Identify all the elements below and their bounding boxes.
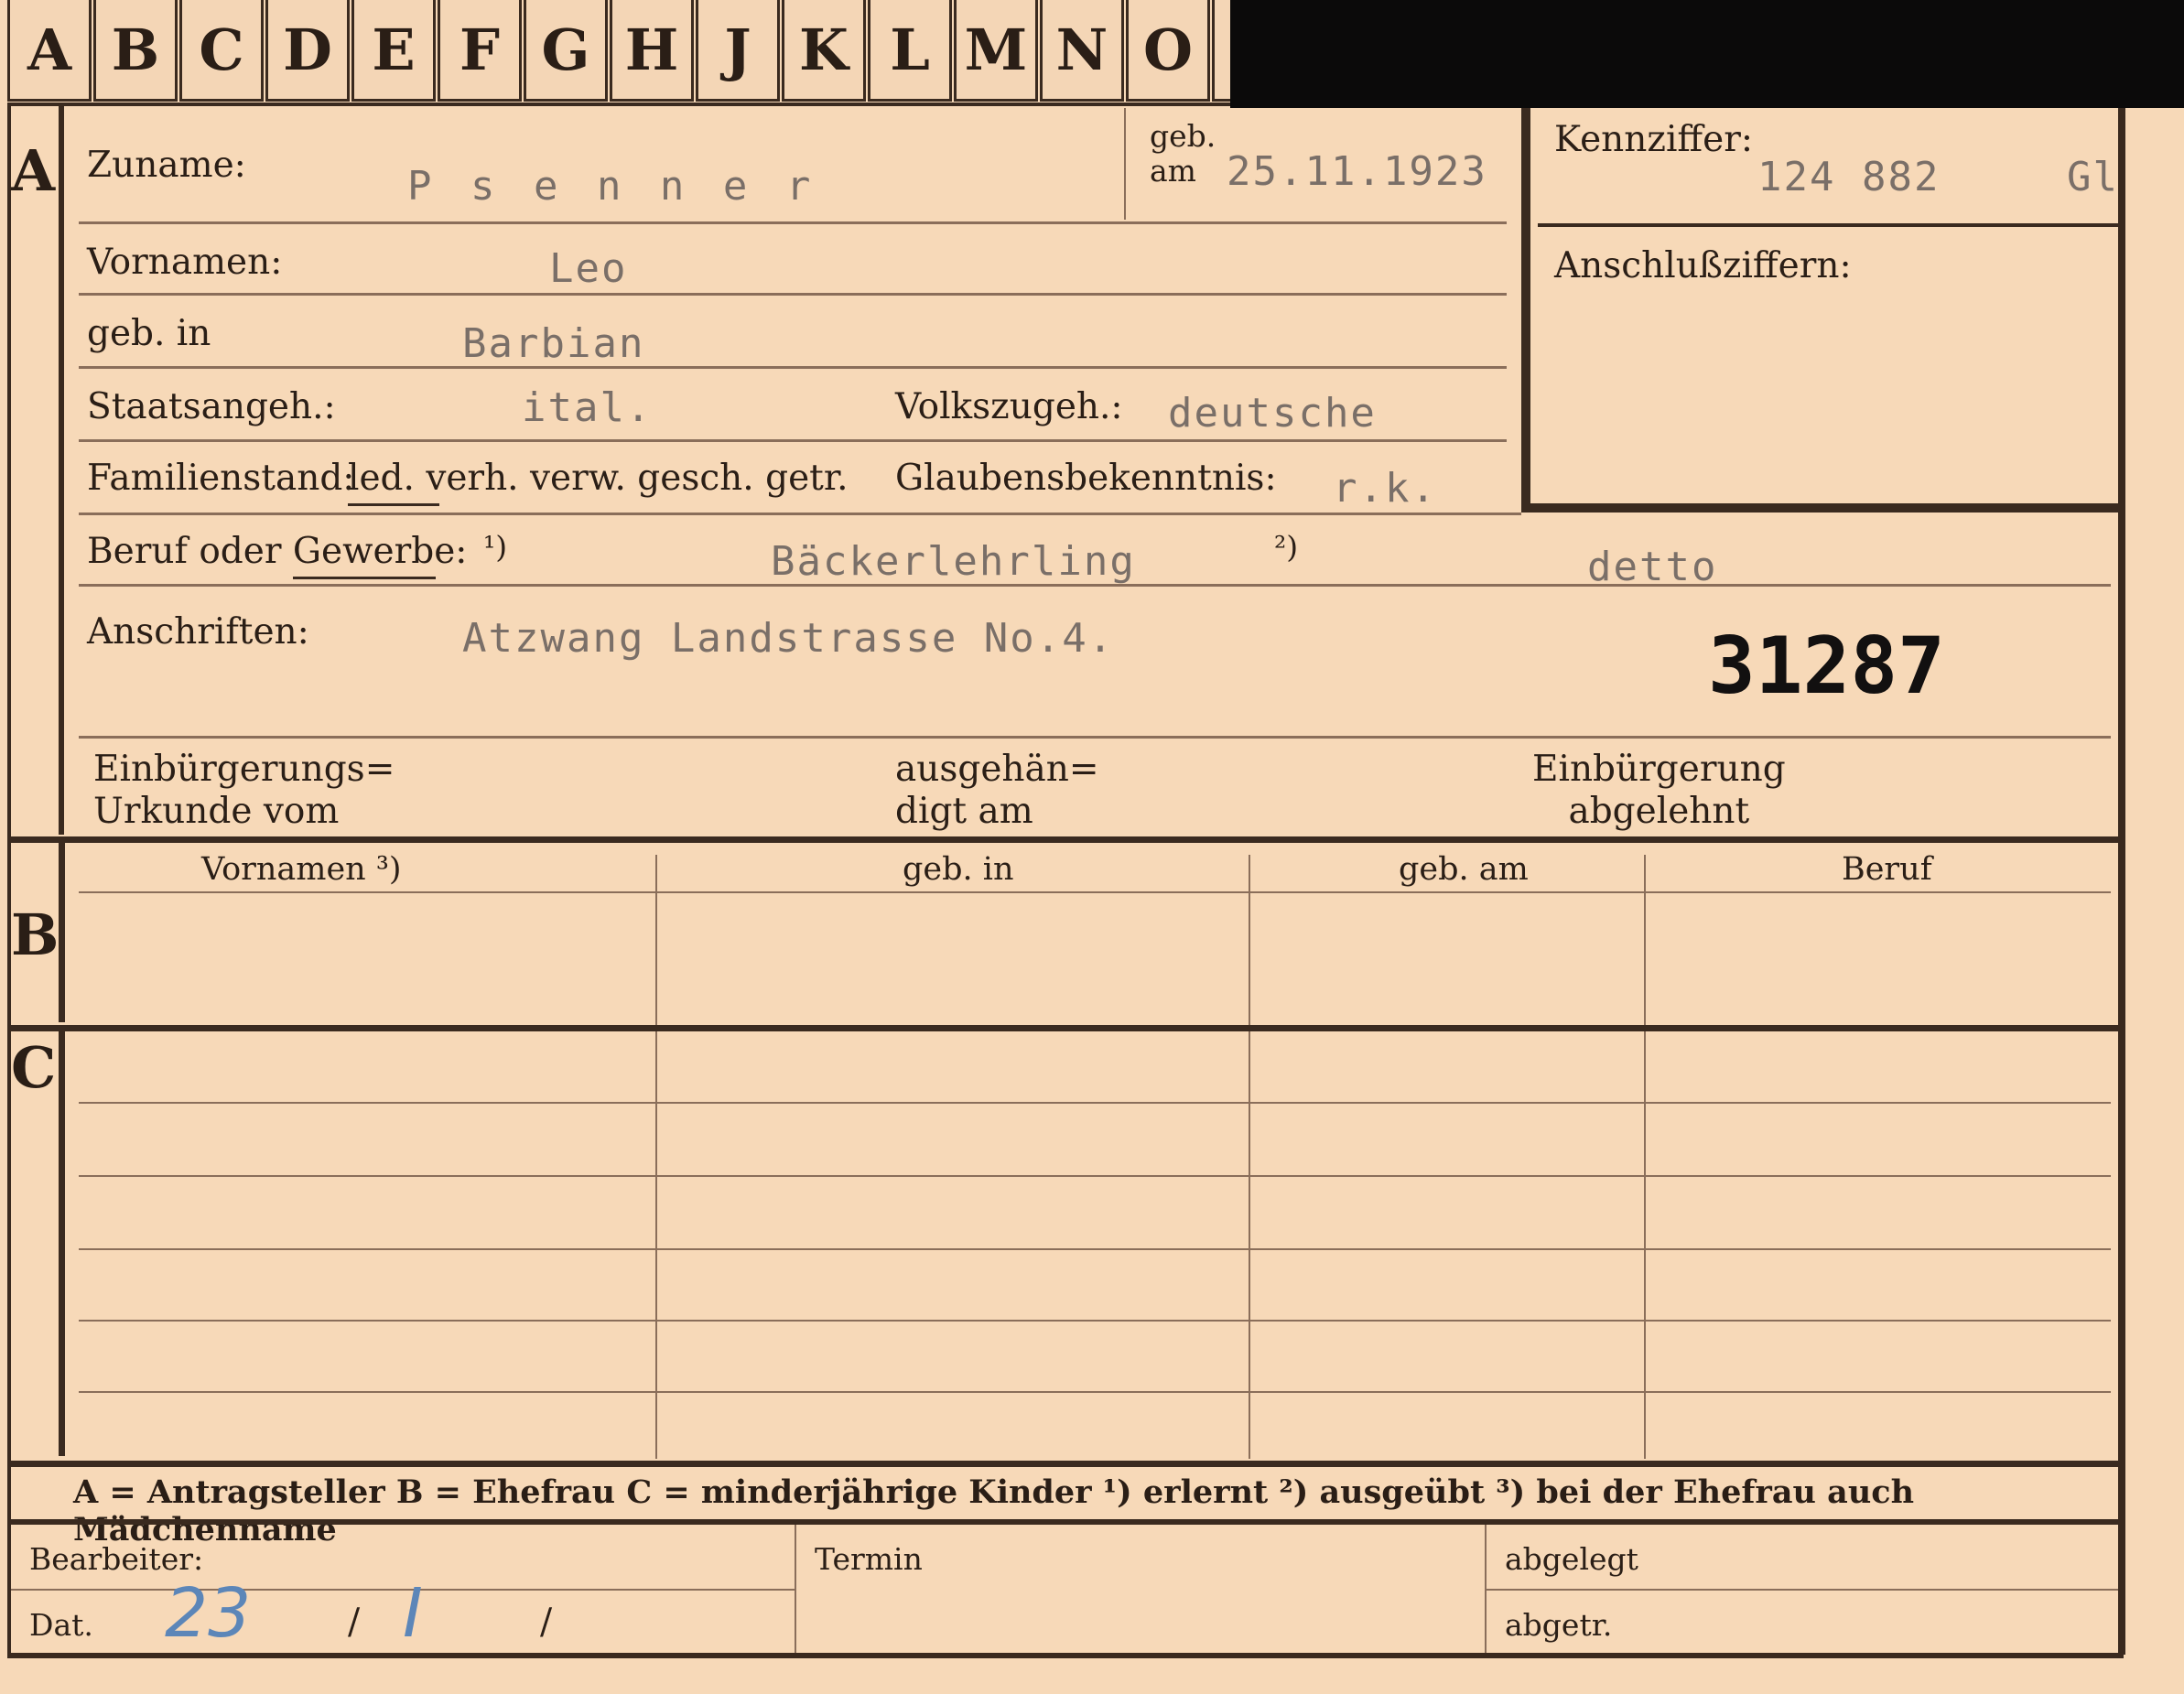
kennziffer-box-left [1521, 108, 1530, 513]
col-header-geb-am: geb. am [1399, 851, 1529, 888]
value-geb-in: Barbian [462, 320, 645, 367]
c-row-5 [79, 1391, 2111, 1393]
section-c-top [7, 1025, 2124, 1031]
label-zuname: Zuname: [87, 145, 246, 186]
c-row-2 [79, 1175, 2111, 1177]
alphabet-tab-m: M [954, 0, 1038, 102]
section-c-letter: C [11, 1034, 57, 1101]
value-staatsangeh: ital. [522, 384, 653, 431]
value-dat-day: 23 [165, 1574, 252, 1653]
alphabet-tab-o: O [1126, 0, 1210, 102]
col-header-geb-in: geb. in [903, 851, 1014, 888]
label-glauben: Glaubensbekenntnis: [895, 458, 1277, 499]
label-abgelehnt: Einbürgerung abgelehnt [1532, 749, 1786, 832]
label-beruf: Beruf oder Gewerbe: [87, 531, 468, 572]
alphabet-tab-g: G [524, 0, 608, 102]
label-dat: Dat. [29, 1607, 93, 1643]
value-kennziffer-suffix: Gl [2067, 154, 2119, 200]
row-line-4 [79, 439, 1507, 442]
label-familienstand: Familienstand: [87, 458, 355, 499]
label-abgelegt: abgelegt [1505, 1541, 1638, 1577]
value-vornamen: Leo [549, 245, 628, 292]
alphabet-tabs: ABCDEFGHJKLMNOP [7, 0, 1298, 103]
footer-top [7, 1461, 2124, 1467]
c-row-3 [79, 1248, 2111, 1250]
label-termin: Termin [815, 1541, 923, 1577]
label-anschluss: Anschlußziffern: [1554, 245, 1852, 286]
section-b-letter: B [11, 901, 59, 968]
col-divider-2 [1249, 855, 1250, 1459]
geb-divider [1124, 108, 1126, 220]
col-divider-3 [1644, 855, 1646, 1459]
alphabet-tab-f: F [438, 0, 522, 102]
section-c-divider [59, 1031, 65, 1456]
value-glauben: r.k. [1333, 465, 1437, 512]
section-b-top [7, 836, 2124, 843]
c-row-4 [79, 1320, 2111, 1322]
alphabet-tab-j: J [696, 0, 780, 102]
col-divider-1 [655, 855, 657, 1459]
kennziffer-box-bottom [1521, 503, 2118, 513]
alphabet-tab-d: D [265, 0, 350, 102]
frame-left [7, 103, 11, 1658]
alphabet-tab-c: C [179, 0, 264, 102]
frame-top [7, 103, 1230, 106]
footnote-1: ¹) [483, 529, 508, 565]
section-b-divider [59, 843, 65, 1022]
alphabet-tab-e: E [351, 0, 436, 102]
alphabet-tab-h: H [610, 0, 694, 102]
gewerbe-underline [293, 577, 436, 579]
label-kennziffer: Kennziffer: [1554, 119, 1753, 160]
row-line-3 [79, 366, 1507, 369]
termin-divider [795, 1525, 796, 1655]
label-geb-in: geb. in [87, 313, 211, 354]
alphabet-tab-b: B [93, 0, 178, 102]
col-header-beruf: Beruf [1842, 851, 1932, 888]
dat-slash-1: / [348, 1602, 361, 1643]
label-volkszugeh: Volkszugeh.: [895, 386, 1123, 427]
col-header-vornamen: Vornamen ³) [201, 851, 402, 888]
footnote-2: ²) [1274, 529, 1299, 565]
row-line-6 [79, 584, 2111, 587]
familienstand-underline-led [348, 503, 439, 506]
legend-text: A = Antragsteller B = Ehefrau C = minder… [73, 1473, 1915, 1548]
label-einbuergerung-urkunde: Einbürgerungs= Urkunde vom [93, 749, 395, 832]
c-row-1 [79, 1102, 2111, 1104]
value-kennziffer: 124 882 [1757, 154, 1941, 200]
header-underline [79, 891, 2111, 893]
value-dat-month: I [403, 1574, 423, 1653]
alphabet-tab-k: K [782, 0, 866, 102]
familienstand-options: led. verh. verw. gesch. getr. [348, 458, 849, 499]
row-line-1 [79, 221, 1507, 224]
scan-background-strip [1230, 0, 2184, 108]
label-vornamen: Vornamen: [87, 242, 283, 283]
row-line-5 [79, 513, 1521, 515]
section-a-divider [59, 103, 64, 835]
label-bearbeiter: Bearbeiter: [29, 1541, 204, 1577]
alphabet-tab-n: N [1040, 0, 1124, 102]
value-beruf-erlernt: Bäckerlehrling [771, 538, 1136, 585]
value-volkszugeh: deutsche [1168, 390, 1377, 437]
footer-bottom [7, 1519, 2124, 1525]
label-staatsangeh: Staatsangeh.: [87, 386, 336, 427]
value-anschriften: Atzwang Landstrasse No.4. [462, 615, 1115, 662]
label-geb-am: geb. am [1150, 118, 1216, 189]
row-line-2 [79, 293, 1507, 296]
value-geb-am: 25.11.1923 [1227, 148, 1487, 195]
label-anschriften: Anschriften: [87, 611, 309, 653]
frame-right [2118, 108, 2125, 1655]
kennziffer-divider [1538, 223, 2118, 227]
abgelegt-line [1487, 1589, 2118, 1591]
dat-slash-2: / [540, 1602, 553, 1643]
stamp-number: 31287 [1708, 620, 1945, 712]
section-a-letter: A [11, 137, 56, 204]
value-zuname: P s e n n e r [407, 163, 818, 210]
label-abgetr: abgetr. [1505, 1607, 1613, 1643]
frame-bottom [7, 1653, 2124, 1658]
alphabet-tab-l: L [868, 0, 952, 102]
label-ausgehaendigt: ausgehän= digt am [895, 749, 1099, 832]
alphabet-tab-a: A [7, 0, 92, 102]
row-line-7 [79, 736, 2111, 739]
